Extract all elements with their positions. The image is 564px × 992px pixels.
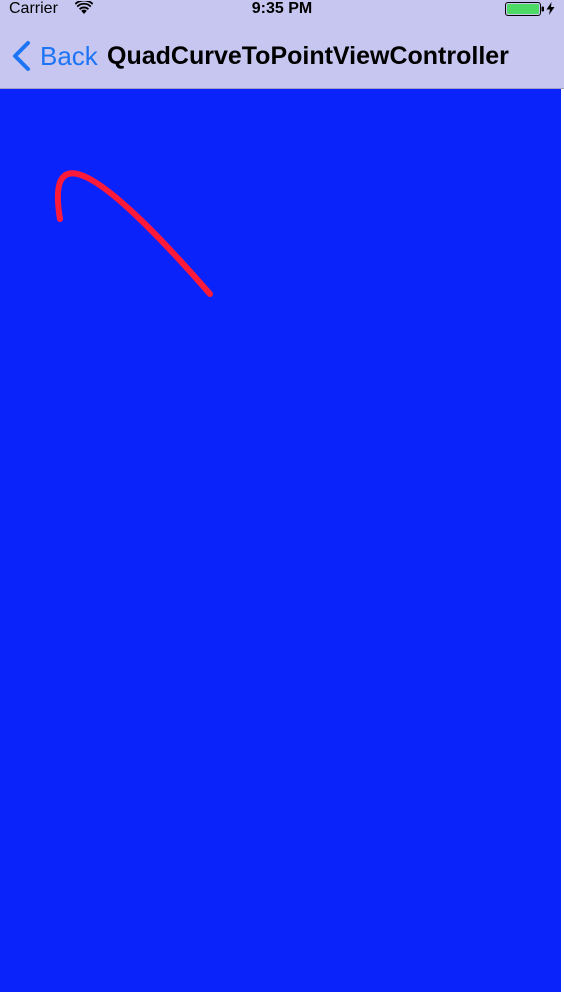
- quad-curve: [54, 170, 213, 297]
- back-button-label: Back: [40, 41, 98, 71]
- navigation-bar: Back QuadCurveToPointViewController: [0, 20, 564, 89]
- curve-canvas: [54, 170, 213, 297]
- battery-icon: [505, 2, 544, 16]
- top-bars: Carrier 9:35 PM Back QuadCurveToPointVie…: [0, 0, 564, 89]
- status-bar: Carrier 9:35 PM: [0, 0, 564, 20]
- page-title: QuadCurveToPointViewController: [107, 42, 509, 70]
- back-button[interactable]: Back: [10, 39, 98, 73]
- status-time: 9:35 PM: [251, 0, 313, 17]
- charging-icon: [546, 2, 555, 15]
- chevron-left-icon: [13, 41, 30, 71]
- content-view: [0, 89, 561, 992]
